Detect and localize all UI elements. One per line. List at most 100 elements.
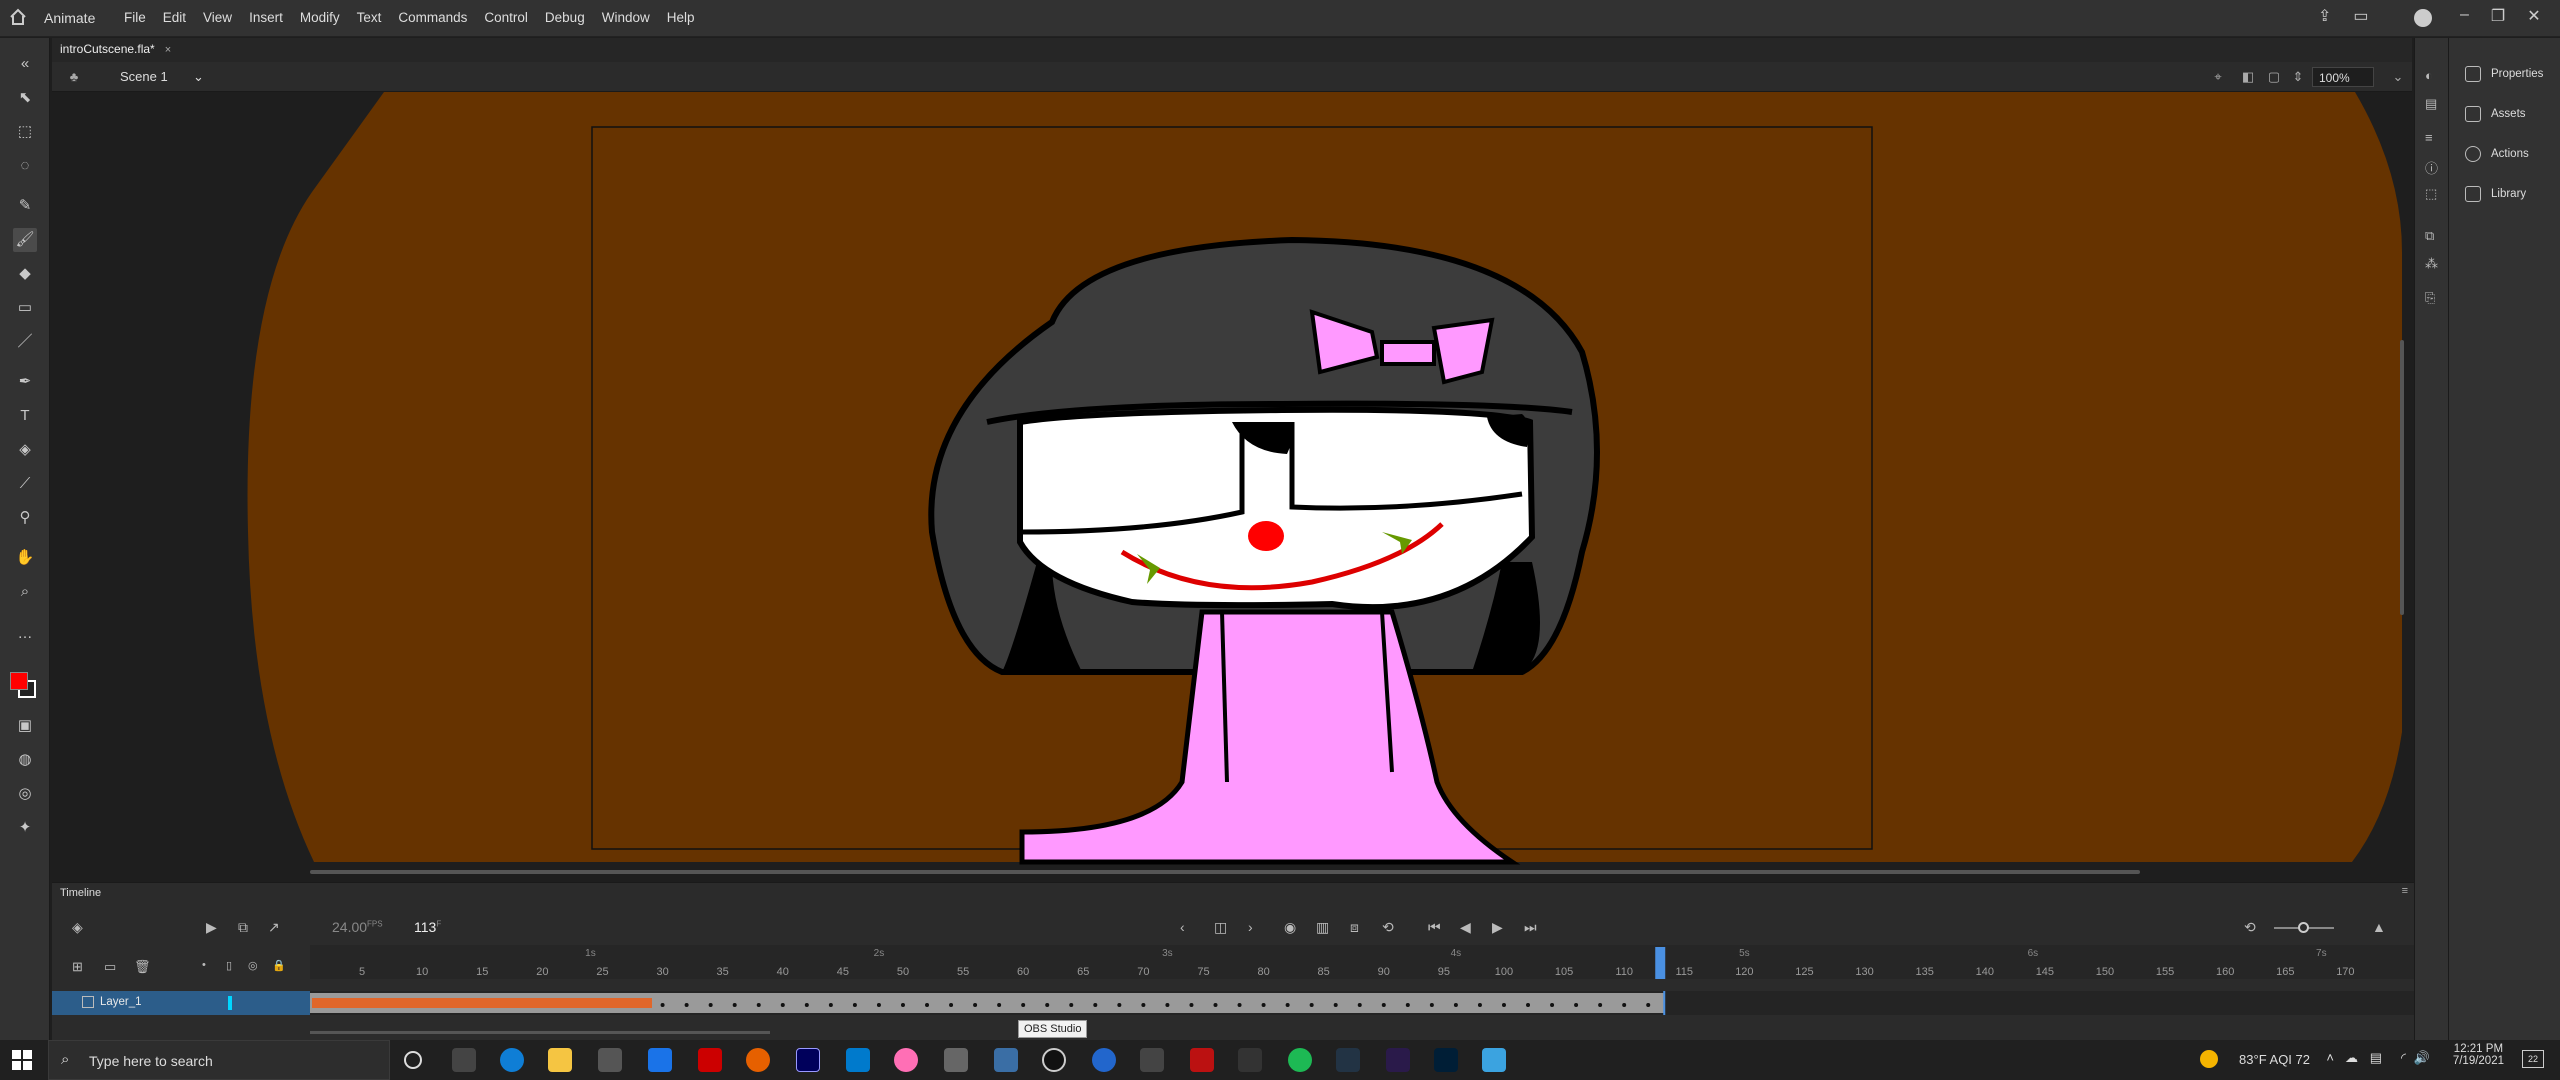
- menu-help[interactable]: Help: [667, 10, 695, 25]
- pen-tool-icon[interactable]: ✒: [13, 370, 37, 394]
- stage-vertical-scrollbar[interactable]: [2400, 340, 2404, 615]
- edit-multiple-icon[interactable]: ▥: [1316, 919, 1329, 936]
- go-first-icon[interactable]: ⏮: [1428, 919, 1441, 936]
- center-stage-icon[interactable]: ⌖: [2210, 69, 2226, 85]
- vscode-icon[interactable]: [846, 1048, 870, 1072]
- layers-icon[interactable]: ◈: [72, 919, 83, 936]
- timeline-zoom-thumb[interactable]: [2298, 922, 2309, 933]
- stage-area[interactable]: [52, 92, 2412, 872]
- more-tools-icon[interactable]: …: [13, 622, 37, 646]
- osu-icon[interactable]: [894, 1048, 918, 1072]
- properties-tab[interactable]: Properties: [2465, 66, 2543, 82]
- mail-icon[interactable]: [648, 1048, 672, 1072]
- swatches-icon[interactable]: ▤: [2425, 96, 2437, 112]
- rush-icon[interactable]: [1386, 1048, 1410, 1072]
- brush-tool-icon[interactable]: 🖌: [13, 228, 37, 252]
- eyedropper-icon[interactable]: ⟋: [13, 472, 37, 496]
- cloud-icon[interactable]: ☁: [2345, 1050, 2358, 1066]
- eraser-icon[interactable]: ◆: [13, 262, 37, 286]
- next-keyframe-icon[interactable]: ›: [1248, 919, 1253, 935]
- delete-layer-icon[interactable]: 🗑: [134, 959, 151, 975]
- reset-zoom-icon[interactable]: ⟲: [2244, 919, 2256, 936]
- network-icon[interactable]: ▤: [2370, 1050, 2382, 1066]
- menu-insert[interactable]: Insert: [249, 10, 283, 25]
- menu-text[interactable]: Text: [357, 10, 382, 25]
- highlight-icon[interactable]: •: [202, 959, 206, 971]
- character-app-icon[interactable]: [1336, 1048, 1360, 1072]
- windows-start-icon[interactable]: [12, 1050, 32, 1070]
- publish-play-icon[interactable]: [2414, 9, 2432, 27]
- selection-tool-icon[interactable]: ⬉: [13, 86, 37, 110]
- loop-icon[interactable]: ⟲: [1382, 919, 1394, 936]
- fill-color-swatch[interactable]: [10, 672, 28, 690]
- document-tab[interactable]: introCutscene.fla* ×: [60, 42, 171, 56]
- transform-icon[interactable]: ⬚: [2425, 186, 2437, 202]
- menu-commands[interactable]: Commands: [398, 10, 467, 25]
- weather-icon[interactable]: [2200, 1050, 2218, 1068]
- obs-studio-icon[interactable]: [1042, 1048, 1066, 1072]
- chevron-up-icon[interactable]: ˄: [2326, 1050, 2334, 1065]
- frames-track[interactable]: [310, 991, 2414, 1015]
- video-editor-icon[interactable]: [1190, 1048, 1214, 1072]
- panel-menu-icon[interactable]: ≡: [2402, 885, 2408, 897]
- timeline-ruler[interactable]: 5 10 15 20 25 30 35 40 45 50 55 60 65 70 75 80 85 90 95 100…: [310, 945, 2414, 979]
- close-icon[interactable]: ✕: [2527, 6, 2540, 26]
- taskbar-search[interactable]: ⌕ Type here to search: [48, 1040, 390, 1080]
- current-frame[interactable]: 113F: [414, 919, 441, 935]
- fps-display[interactable]: 24.00FPS: [332, 919, 383, 935]
- library-tab[interactable]: Library: [2465, 186, 2526, 202]
- weather-text[interactable]: 83°F AQI 72: [2239, 1052, 2310, 1067]
- menu-file[interactable]: File: [124, 10, 146, 25]
- task-view-icon[interactable]: [452, 1048, 476, 1072]
- audacity-icon[interactable]: [1092, 1048, 1116, 1072]
- play-icon[interactable]: ▶: [1492, 919, 1503, 936]
- menu-window[interactable]: Window: [602, 10, 650, 25]
- wifi-icon[interactable]: ◜: [2401, 1050, 2406, 1066]
- new-folder-icon[interactable]: ▭: [104, 959, 116, 975]
- edit-symbols-icon[interactable]: ♣: [66, 69, 82, 85]
- home-icon[interactable]: [8, 7, 28, 27]
- step-forward-icon[interactable]: ⏭: [1524, 919, 1537, 936]
- new-layer-icon[interactable]: ⊞: [72, 959, 83, 975]
- rotate-stage-icon[interactable]: ⇕: [2290, 69, 2306, 85]
- share-icon[interactable]: ⇪: [2318, 6, 2331, 26]
- assets-tab[interactable]: Assets: [2465, 106, 2526, 122]
- graph-icon[interactable]: ↗: [268, 919, 280, 936]
- store-icon[interactable]: [598, 1048, 622, 1072]
- layer-name[interactable]: Layer_1: [100, 996, 142, 1008]
- volume-icon[interactable]: 🔊: [2414, 1050, 2430, 1066]
- lock-icon[interactable]: 🔒: [272, 959, 286, 972]
- object-drawing-icon[interactable]: ▣: [13, 714, 37, 738]
- motion-presets-icon[interactable]: ⁂: [2425, 256, 2438, 272]
- insert-keyframe-icon[interactable]: ◫: [1214, 919, 1227, 936]
- clock[interactable]: 12:21 PM 7/19/2021: [2453, 1043, 2504, 1067]
- magic-wand-icon[interactable]: ✦: [13, 816, 37, 840]
- zoom-level[interactable]: 100%: [2312, 67, 2374, 87]
- paint-app-icon[interactable]: [994, 1048, 1018, 1072]
- fit-timeline-icon[interactable]: ▲: [2372, 919, 2386, 935]
- zoom-tool-icon[interactable]: ⌕: [13, 580, 37, 604]
- app-red-icon[interactable]: [698, 1048, 722, 1072]
- prev-keyframe-icon[interactable]: ‹: [1180, 919, 1185, 935]
- music-app-icon[interactable]: [944, 1048, 968, 1072]
- info-icon[interactable]: ⓘ: [2425, 158, 2438, 177]
- animate-taskbar-icon[interactable]: [796, 1048, 820, 1072]
- stage-horizontal-scrollbar[interactable]: [310, 870, 2140, 874]
- menu-modify[interactable]: Modify: [300, 10, 340, 25]
- menu-debug[interactable]: Debug: [545, 10, 585, 25]
- twitch-icon[interactable]: [1140, 1048, 1164, 1072]
- hand-tool-icon[interactable]: ✋: [13, 546, 37, 570]
- file-explorer-icon[interactable]: [548, 1048, 572, 1072]
- fit-icon[interactable]: ▢: [2266, 69, 2282, 85]
- paint-bucket-icon[interactable]: ◈: [13, 438, 37, 462]
- double-arrow-icon[interactable]: «: [13, 52, 37, 76]
- menu-control[interactable]: Control: [484, 10, 528, 25]
- free-transform-icon[interactable]: ⬚: [13, 120, 37, 144]
- lasso-icon[interactable]: ◌: [13, 154, 37, 178]
- camera-icon[interactable]: ▶: [206, 919, 217, 936]
- text-tool-icon[interactable]: T: [13, 404, 37, 428]
- zoom-dropdown-icon[interactable]: ⌄: [2390, 69, 2406, 85]
- pin-icon[interactable]: ⚲: [13, 506, 37, 530]
- workspace-icon[interactable]: ▭: [2353, 6, 2368, 26]
- scene-selector[interactable]: Scene 1 ⌄: [120, 69, 204, 85]
